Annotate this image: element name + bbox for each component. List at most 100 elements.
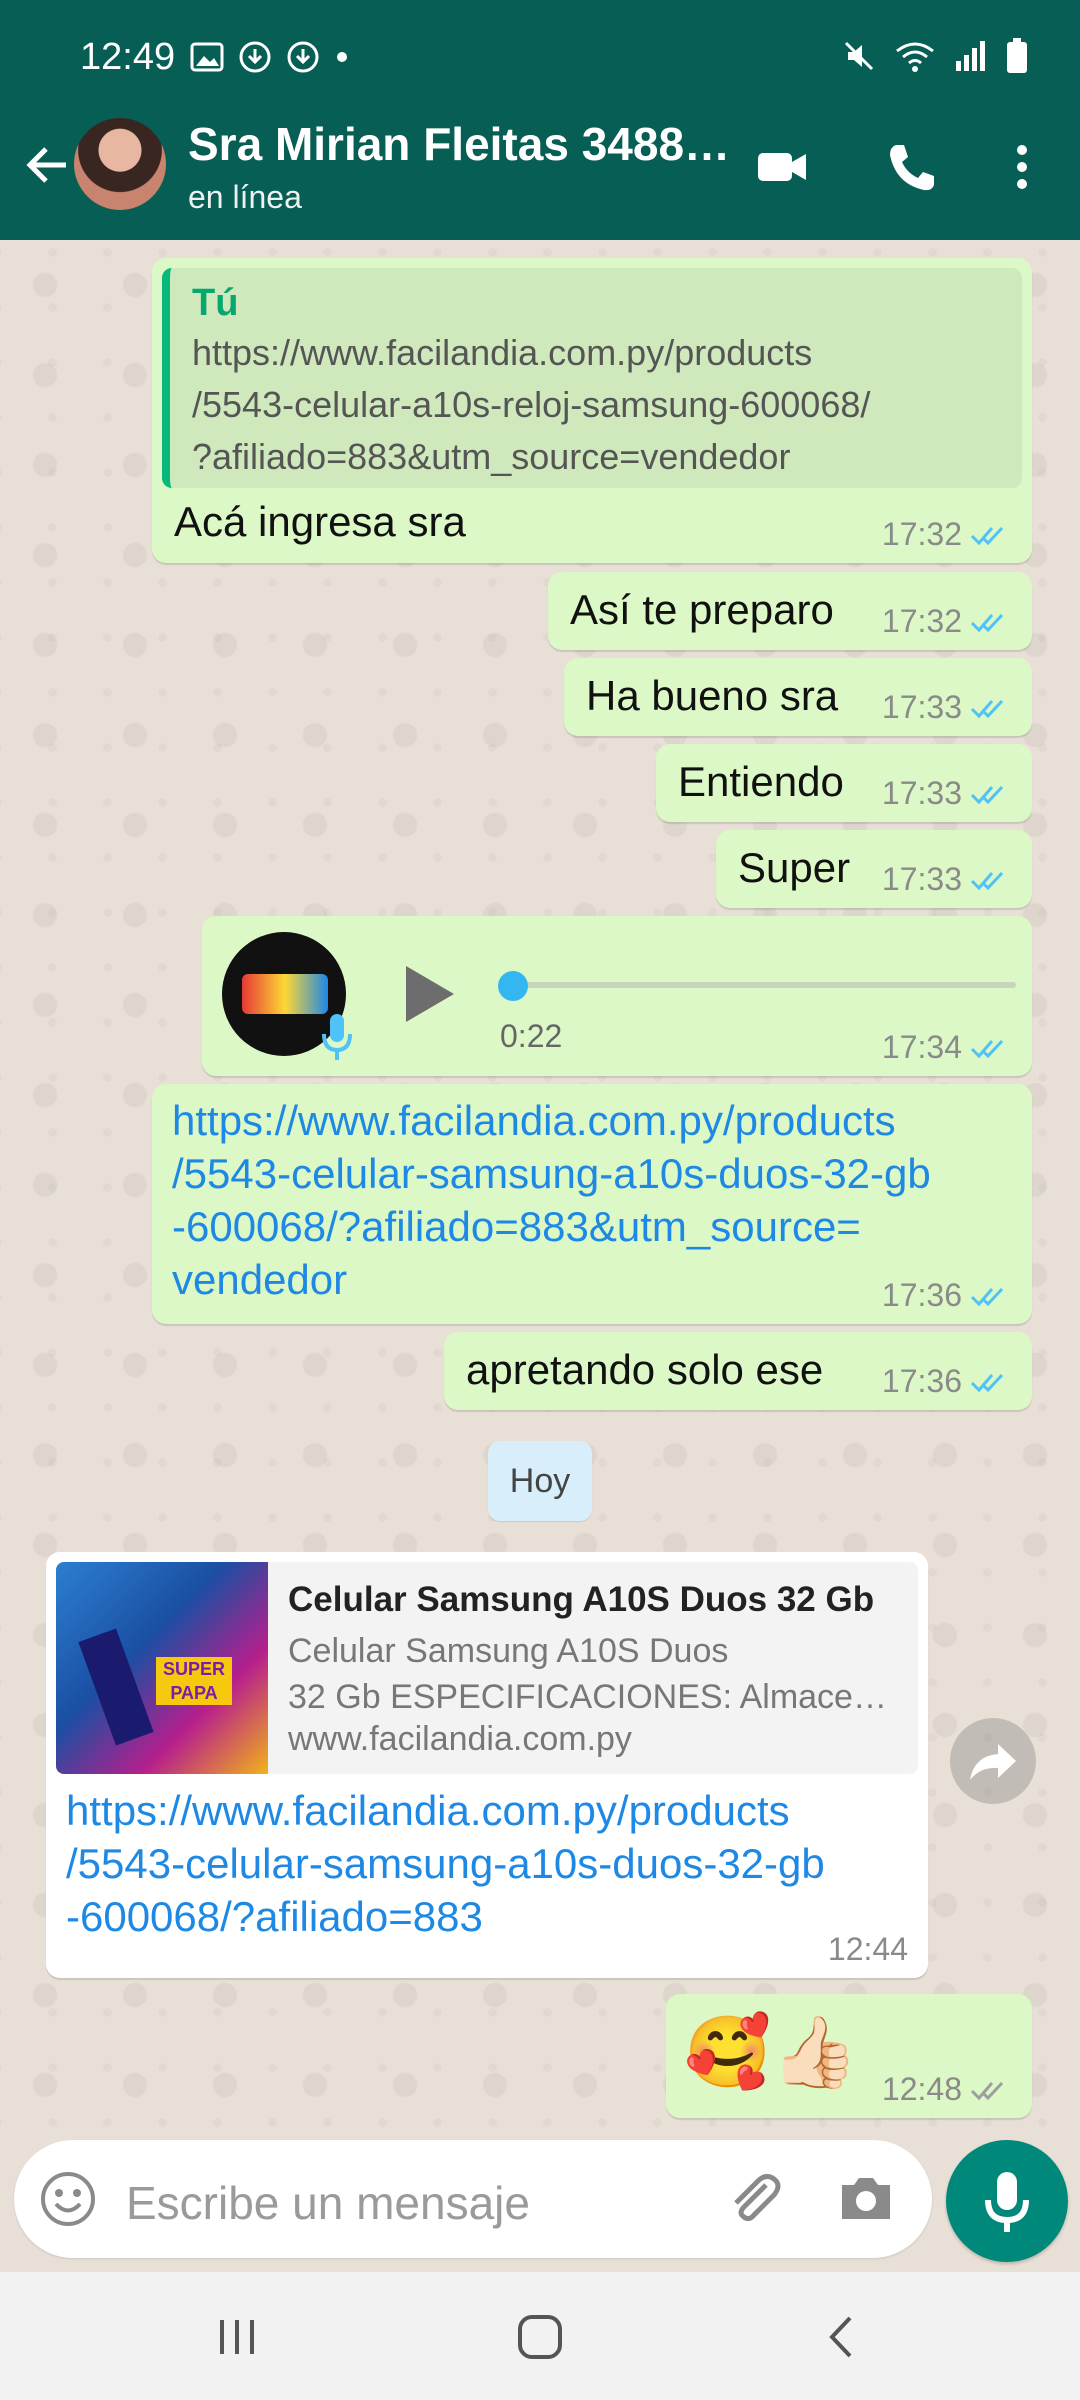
message-text: apretando solo ese xyxy=(466,1346,824,1393)
emoji-message: 🥰👍🏻 xyxy=(684,2013,859,2091)
back-nav-icon[interactable] xyxy=(808,2302,878,2372)
home-icon[interactable] xyxy=(505,2302,575,2372)
battery-icon xyxy=(1007,38,1027,73)
message-time: 17:33 xyxy=(881,775,962,811)
recents-icon[interactable] xyxy=(202,2302,272,2372)
message-link-line[interactable]: /5543-celular-samsung-a10s-duos-32-gb xyxy=(172,1147,931,1200)
audio-seekbar[interactable] xyxy=(500,982,1016,988)
mic-icon xyxy=(322,1014,352,1060)
message-link-line[interactable]: vendedor xyxy=(172,1253,931,1306)
contact-name[interactable]: Sra Mirian Fleitas 3488… xyxy=(188,117,730,171)
message-time: 17:34 xyxy=(881,1029,962,1065)
signal-icon xyxy=(956,41,985,71)
message-text: Ha bueno sra xyxy=(586,672,839,719)
read-ticks-icon xyxy=(970,1039,1004,1058)
message-text: Acá ingresa sra xyxy=(174,498,466,545)
message-link-line[interactable]: https://www.facilandia.com.py/products xyxy=(66,1784,825,1837)
day-divider: Hoy xyxy=(488,1441,592,1521)
message-text: Así te preparo xyxy=(570,586,834,633)
message-meta: 17:36 xyxy=(882,1363,1012,1400)
message-bubble-outgoing[interactable]: Así te preparo 17:32 xyxy=(548,572,1032,650)
message-meta: 12:48 xyxy=(882,2071,1012,2108)
voice-record-button[interactable] xyxy=(946,2140,1068,2262)
message-time: 12:48 xyxy=(881,2071,962,2107)
delivered-ticks-icon xyxy=(970,2081,1004,2100)
quote-line: https://www.facilandia.com.py/products xyxy=(192,332,813,373)
message-bubble-outgoing[interactable]: apretando solo ese 17:36 xyxy=(444,1332,1032,1410)
preview-domain: www.facilandia.com.py xyxy=(288,1720,632,1758)
message-time: 12:44 xyxy=(827,1931,908,1967)
status-bar: 12:49 xyxy=(0,0,1080,95)
preview-description: Celular Samsung A10S Duos 32 Gb ESPECIFI… xyxy=(288,1628,887,1720)
message-link-line[interactable]: -600068/?afiliado=883 xyxy=(66,1890,825,1943)
image-icon xyxy=(190,42,224,72)
message-meta: 17:33 xyxy=(882,689,1012,726)
camera-icon[interactable] xyxy=(834,2167,898,2231)
preview-desc-line: Celular Samsung A10S Duos xyxy=(288,1632,729,1670)
message-bubble-outgoing[interactable]: https://www.facilandia.com.py/products /… xyxy=(152,1084,1032,1324)
download-icon xyxy=(239,41,271,73)
emoji-icon[interactable] xyxy=(38,2169,98,2229)
mic-icon xyxy=(985,2172,1029,2232)
message-input[interactable]: Escribe un mensaje xyxy=(126,2176,530,2230)
message-time: 17:36 xyxy=(881,1363,962,1399)
phone-icon[interactable] xyxy=(882,137,942,197)
message-bubble-outgoing[interactable]: Tú https://www.facilandia.com.py/product… xyxy=(152,258,1032,563)
mute-icon xyxy=(844,41,874,71)
notification-icons xyxy=(190,40,350,74)
message-composer[interactable]: Escribe un mensaje xyxy=(14,2140,932,2258)
message-meta: 17:32 xyxy=(882,603,1012,640)
status-time: 12:49 xyxy=(80,36,176,78)
contact-status: en línea xyxy=(188,179,302,215)
message-text: Super xyxy=(738,844,851,891)
message-time: 17:33 xyxy=(881,861,962,897)
message-time: 17:32 xyxy=(881,603,962,639)
system-navigation-bar xyxy=(0,2272,1080,2400)
message-bubble-outgoing[interactable]: Entiendo 17:33 xyxy=(656,744,1032,822)
link-preview-card[interactable]: SUPER PAPA Celular Samsung A10S Duos 32 … xyxy=(56,1562,918,1774)
message-link-line[interactable]: -600068/?afiliado=883&utm_source= xyxy=(172,1200,931,1253)
read-ticks-icon xyxy=(970,526,1004,545)
message-bubble-incoming[interactable]: SUPER PAPA Celular Samsung A10S Duos 32 … xyxy=(46,1552,928,1978)
forward-button[interactable] xyxy=(950,1718,1036,1804)
read-ticks-icon xyxy=(970,871,1004,890)
attach-icon[interactable] xyxy=(722,2167,786,2231)
dot-icon xyxy=(337,52,347,62)
download-icon xyxy=(287,41,319,73)
message-meta: 17:34 xyxy=(882,1029,1012,1066)
voice-message-bubble[interactable]: 0:22 17:34 xyxy=(202,916,1032,1076)
more-icon[interactable] xyxy=(994,137,1054,197)
chat-header: Sra Mirian Fleitas 3488… en línea xyxy=(0,95,1080,240)
back-arrow-icon[interactable] xyxy=(18,135,78,195)
message-meta: 17:36 xyxy=(882,1277,1012,1314)
avatar[interactable] xyxy=(74,118,166,210)
share-icon xyxy=(970,1744,1016,1780)
message-time: 17:33 xyxy=(881,689,962,725)
system-icons xyxy=(842,38,1028,74)
read-ticks-icon xyxy=(970,1373,1004,1392)
play-icon[interactable] xyxy=(398,962,458,1026)
message-link-line[interactable]: https://www.facilandia.com.py/products xyxy=(172,1094,931,1147)
read-ticks-icon xyxy=(970,785,1004,804)
read-ticks-icon xyxy=(970,1287,1004,1306)
message-link-line[interactable]: /5543-celular-samsung-a10s-duos-32-gb xyxy=(66,1837,825,1890)
video-call-icon[interactable] xyxy=(752,137,812,197)
message-meta: 17:32 xyxy=(882,516,1012,553)
preview-desc-line: 32 Gb ESPECIFICACIONES: Almace… xyxy=(288,1678,887,1716)
message-bubble-outgoing[interactable]: Ha bueno sra 17:33 xyxy=(564,658,1032,736)
read-ticks-icon xyxy=(970,699,1004,718)
message-list[interactable]: Tú https://www.facilandia.com.py/product… xyxy=(0,240,1080,2130)
quote-line: ?afiliado=883&utm_source=vendedor xyxy=(192,436,791,477)
message-meta: 12:44 xyxy=(828,1931,908,1968)
message-bubble-outgoing[interactable]: 🥰👍🏻 12:48 xyxy=(666,1994,1032,2118)
preview-thumbnail: SUPER PAPA xyxy=(56,1562,268,1774)
message-meta: 17:33 xyxy=(882,861,1012,898)
wifi-icon xyxy=(896,42,934,72)
message-bubble-outgoing[interactable]: Super 17:33 xyxy=(716,830,1032,908)
preview-title: Celular Samsung A10S Duos 32 Gb xyxy=(288,1580,875,1619)
quote-line: /5543-celular-a10s-reloj-samsung-600068/ xyxy=(192,384,871,425)
quoted-message[interactable]: Tú https://www.facilandia.com.py/product… xyxy=(162,268,1022,488)
seekbar-thumb[interactable] xyxy=(498,971,528,1001)
message-meta: 17:33 xyxy=(882,775,1012,812)
read-ticks-icon xyxy=(970,613,1004,632)
